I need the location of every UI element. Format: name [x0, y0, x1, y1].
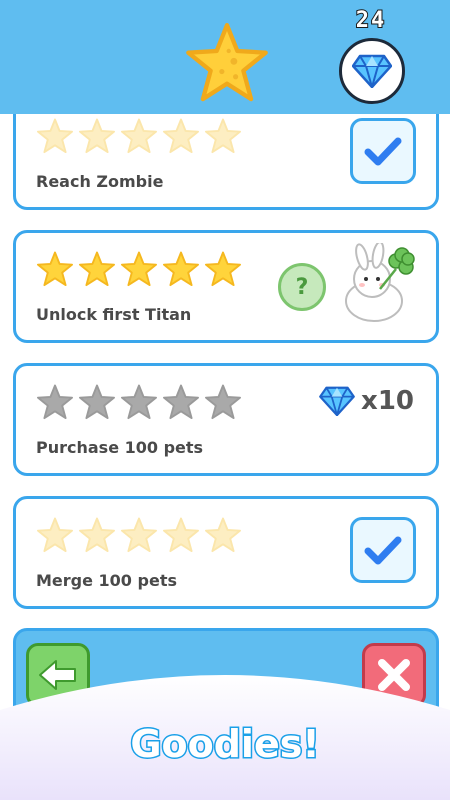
star-rating — [36, 517, 242, 553]
reward-quantity: x10 — [361, 386, 414, 416]
star-icon — [205, 517, 241, 553]
diamond-icon — [352, 54, 392, 88]
star-icon — [121, 118, 157, 154]
gem-balance-button[interactable] — [339, 38, 405, 104]
achievement-label: Unlock first Titan — [36, 305, 192, 324]
star-rating — [36, 251, 242, 287]
claimed-checkbox[interactable] — [350, 517, 416, 583]
diamond-icon — [319, 386, 355, 416]
checkmark-icon — [364, 536, 402, 565]
star-rating — [36, 118, 242, 154]
star-icon — [79, 384, 115, 420]
claimed-checkbox[interactable] — [350, 118, 416, 184]
star-icon — [121, 384, 157, 420]
checkmark-icon — [364, 137, 402, 166]
star-icon — [121, 517, 157, 553]
star-icon — [79, 517, 115, 553]
star-icon — [37, 384, 73, 420]
star-icon — [37, 517, 73, 553]
star-icon — [163, 251, 199, 287]
star-icon — [79, 118, 115, 154]
star-icon — [163, 384, 199, 420]
star-icon — [163, 118, 199, 154]
gem-count: 24 — [355, 7, 387, 34]
achievement-card: Reach Zombie — [13, 114, 439, 210]
star-icon — [121, 251, 157, 287]
star-icon — [37, 118, 73, 154]
star-icon — [186, 23, 268, 102]
star-icon — [205, 118, 241, 154]
achievement-label: Merge 100 pets — [36, 571, 177, 590]
gem-reward: x10 — [319, 386, 414, 416]
bunny-with-clover-icon — [345, 243, 415, 322]
achievement-label: Purchase 100 pets — [36, 438, 204, 457]
star-icon — [163, 517, 199, 553]
star-icon — [37, 251, 73, 287]
banner-title: Goodies! — [129, 721, 321, 768]
achievement-card: Purchase 100 pets x10 — [13, 363, 439, 476]
star-rating — [36, 384, 242, 420]
mystery-reward-icon[interactable]: ? — [278, 263, 326, 311]
top-bar: 24 — [0, 0, 450, 114]
star-icon — [205, 251, 241, 287]
achievement-label: Reach Zombie — [36, 172, 164, 191]
achievement-card: Merge 100 pets — [13, 496, 439, 609]
star-icon — [79, 251, 115, 287]
achievement-card: Unlock first Titan ? — [13, 230, 439, 343]
star-icon — [205, 384, 241, 420]
